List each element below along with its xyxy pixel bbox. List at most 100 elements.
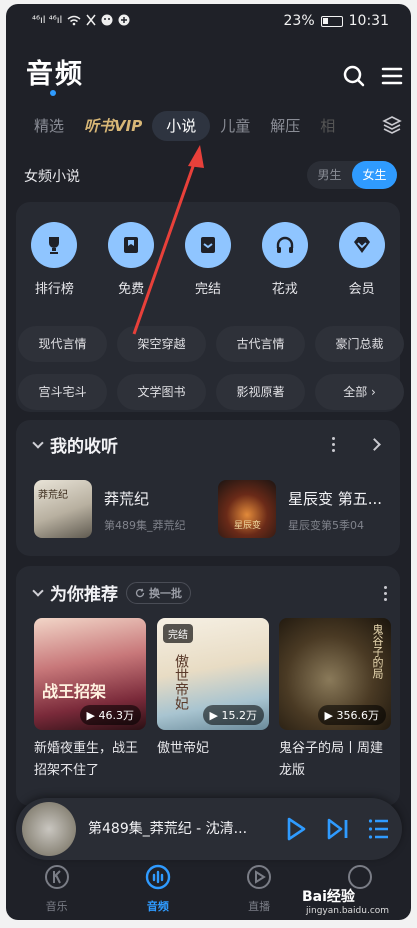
battery-icon: [320, 15, 343, 27]
nav-audio[interactable]: 音频: [123, 862, 193, 920]
bookmark-icon: [108, 222, 155, 268]
play-icon[interactable]: [284, 816, 308, 842]
cover-text: 傲世帝妃: [173, 654, 189, 710]
more-vertical-icon[interactable]: [332, 437, 336, 455]
tag-palace[interactable]: 宫斗宅斗: [18, 374, 107, 410]
listen-cover-image: 星辰变: [218, 480, 276, 538]
listen-title: 莽荒纪: [104, 490, 150, 508]
diamond-icon: [338, 222, 385, 268]
finished-badge: 完结: [163, 624, 193, 643]
page-title: 音频: [26, 59, 84, 90]
category-label: 会员: [348, 282, 375, 297]
tag-ceo[interactable]: 豪门总裁: [315, 326, 404, 362]
refresh-icon: [135, 588, 145, 597]
recommend-title: 为你推荐: [50, 585, 118, 605]
listen-item[interactable]: 星辰变 星辰变 第五... 星辰变第5季04: [218, 480, 382, 538]
title-indicator-dot: [50, 90, 56, 96]
recommend-header[interactable]: 为你推荐 换一批: [32, 580, 191, 605]
trophy-icon: [31, 222, 78, 268]
app-notification-icon: [118, 14, 130, 26]
tab-jingxuan[interactable]: 精选: [24, 111, 74, 141]
nav-live[interactable]: 直播: [224, 862, 294, 920]
category-label: 免费: [118, 282, 145, 297]
cover-text: 战王招架: [42, 682, 107, 701]
status-bar: ⁴⁶ıl ⁴⁶ıl 23% 10:31: [6, 4, 411, 40]
playlist-icon[interactable]: [368, 817, 390, 841]
nav-label: 直播: [248, 900, 271, 913]
tab-more-partial[interactable]: 相: [310, 111, 345, 141]
status-icons-right: 23% 10:31: [284, 13, 389, 29]
next-track-icon[interactable]: [326, 816, 350, 842]
alarm-icon: [86, 14, 96, 26]
phone-screen: ⁴⁶ıl ⁴⁶ıl 23% 10:31 音频 精选 听书VIP 小说 儿童 解压…: [6, 4, 411, 920]
nav-label: 音乐: [45, 900, 68, 913]
layers-icon[interactable]: [382, 115, 402, 135]
listen-cover-image: 莽荒纪: [34, 480, 92, 538]
headphones-icon: [261, 222, 308, 268]
tab-xiaoshuo[interactable]: 小说: [152, 111, 211, 141]
wechat-icon: [101, 14, 113, 26]
tag-film-original[interactable]: 影视原著: [216, 374, 305, 410]
more-vertical-icon[interactable]: [384, 586, 388, 604]
music-k-icon: [44, 865, 69, 889]
listen-title: 星辰变 第五...: [288, 490, 383, 508]
category-label: 花戎: [271, 282, 298, 297]
recommend-title: 新婚夜重生，战王招架不住了: [34, 741, 139, 778]
nav-label: 音频: [146, 900, 169, 913]
mini-player[interactable]: 第489集_莽荒纪 - 沈清...: [16, 798, 402, 860]
tag-all[interactable]: 全部 ›: [315, 374, 404, 410]
tag-literature[interactable]: 文学图书: [117, 374, 206, 410]
refresh-label: 换一批: [149, 586, 182, 600]
listen-episode: 第489集_莽荒纪: [104, 519, 186, 532]
gender-female-option[interactable]: 女生: [352, 161, 397, 189]
category-tabs: 精选 听书VIP 小说 儿童 解压 相: [24, 108, 411, 144]
category-label: 排行榜: [34, 282, 74, 297]
check-box-icon: [184, 222, 231, 268]
tag-time-travel[interactable]: 架空穿越: [117, 326, 206, 362]
recommend-cover-image: 鬼谷子的局 ▶ 356.6万: [279, 618, 391, 730]
clock: 10:31: [348, 13, 389, 29]
search-icon[interactable]: [342, 64, 366, 88]
cover-text: 莽荒纪: [38, 490, 68, 501]
category-member[interactable]: 会员: [327, 222, 397, 297]
my-listens-title: 我的收听: [50, 437, 118, 457]
listen-item[interactable]: 莽荒纪 莽荒纪 第489集_莽荒纪: [34, 480, 186, 538]
menu-icon[interactable]: [380, 64, 404, 88]
collapse-chevron-icon: [32, 436, 44, 449]
genre-tags: 现代言情 架空穿越 古代言情 豪门总裁 宫斗宅斗 文学图书 影视原著 全部 ›: [18, 326, 404, 410]
recommend-title: 鬼谷子的局丨周建龙版: [279, 741, 384, 778]
my-listens-header[interactable]: 我的收听: [32, 432, 118, 457]
tag-ancient-romance[interactable]: 古代言情: [216, 326, 305, 362]
category-free[interactable]: 免费: [96, 222, 166, 297]
signal-icon: ⁴⁶ıl ⁴⁶ıl: [32, 14, 63, 26]
play-count: ▶ 15.2万: [202, 705, 264, 725]
audio-wave-icon: [145, 864, 171, 890]
recommend-item[interactable]: 鬼谷子的局 ▶ 356.6万 鬼谷子的局丨周建龙版: [279, 618, 391, 782]
category-finished[interactable]: 完结: [173, 222, 243, 297]
play-count: ▶ 46.3万: [79, 705, 141, 725]
player-cover-image: [22, 802, 76, 856]
section-title: 女频小说: [24, 169, 80, 185]
now-playing-title: 第489集_莽荒纪 - 沈清...: [88, 821, 248, 837]
tag-modern-romance[interactable]: 现代言情: [18, 326, 107, 362]
gender-male-option[interactable]: 男生: [307, 161, 352, 189]
recommend-cover-image: 战王招架 ▶ 46.3万: [34, 618, 146, 730]
cover-text: 鬼谷子的局: [371, 624, 384, 679]
collapse-chevron-icon: [32, 584, 44, 597]
recommend-item[interactable]: 完结 傲世帝妃 ▶ 15.2万 傲世帝妃: [157, 618, 269, 760]
recommend-item[interactable]: 战王招架 ▶ 46.3万 新婚夜重生，战王招架不住了: [34, 618, 146, 782]
tab-jieya[interactable]: 解压: [260, 111, 310, 141]
nav-music[interactable]: 音乐: [22, 862, 92, 920]
cover-text: 星辰变: [234, 521, 262, 531]
category-ranking[interactable]: 排行榜: [19, 222, 89, 297]
category-shortcuts: 排行榜 免费 完结 花戎 会员: [16, 222, 400, 297]
category-huarong[interactable]: 花戎: [250, 222, 320, 297]
gender-toggle: 男生 女生: [307, 161, 397, 189]
refresh-button[interactable]: 换一批: [126, 581, 191, 604]
status-icons-left: ⁴⁶ıl ⁴⁶ıl: [32, 14, 130, 26]
wifi-icon: [67, 15, 81, 25]
live-play-icon: [247, 865, 272, 889]
tab-ertong[interactable]: 儿童: [210, 111, 260, 141]
play-count: ▶ 356.6万: [317, 705, 386, 725]
tab-tingshu-vip[interactable]: 听书VIP: [74, 111, 152, 141]
